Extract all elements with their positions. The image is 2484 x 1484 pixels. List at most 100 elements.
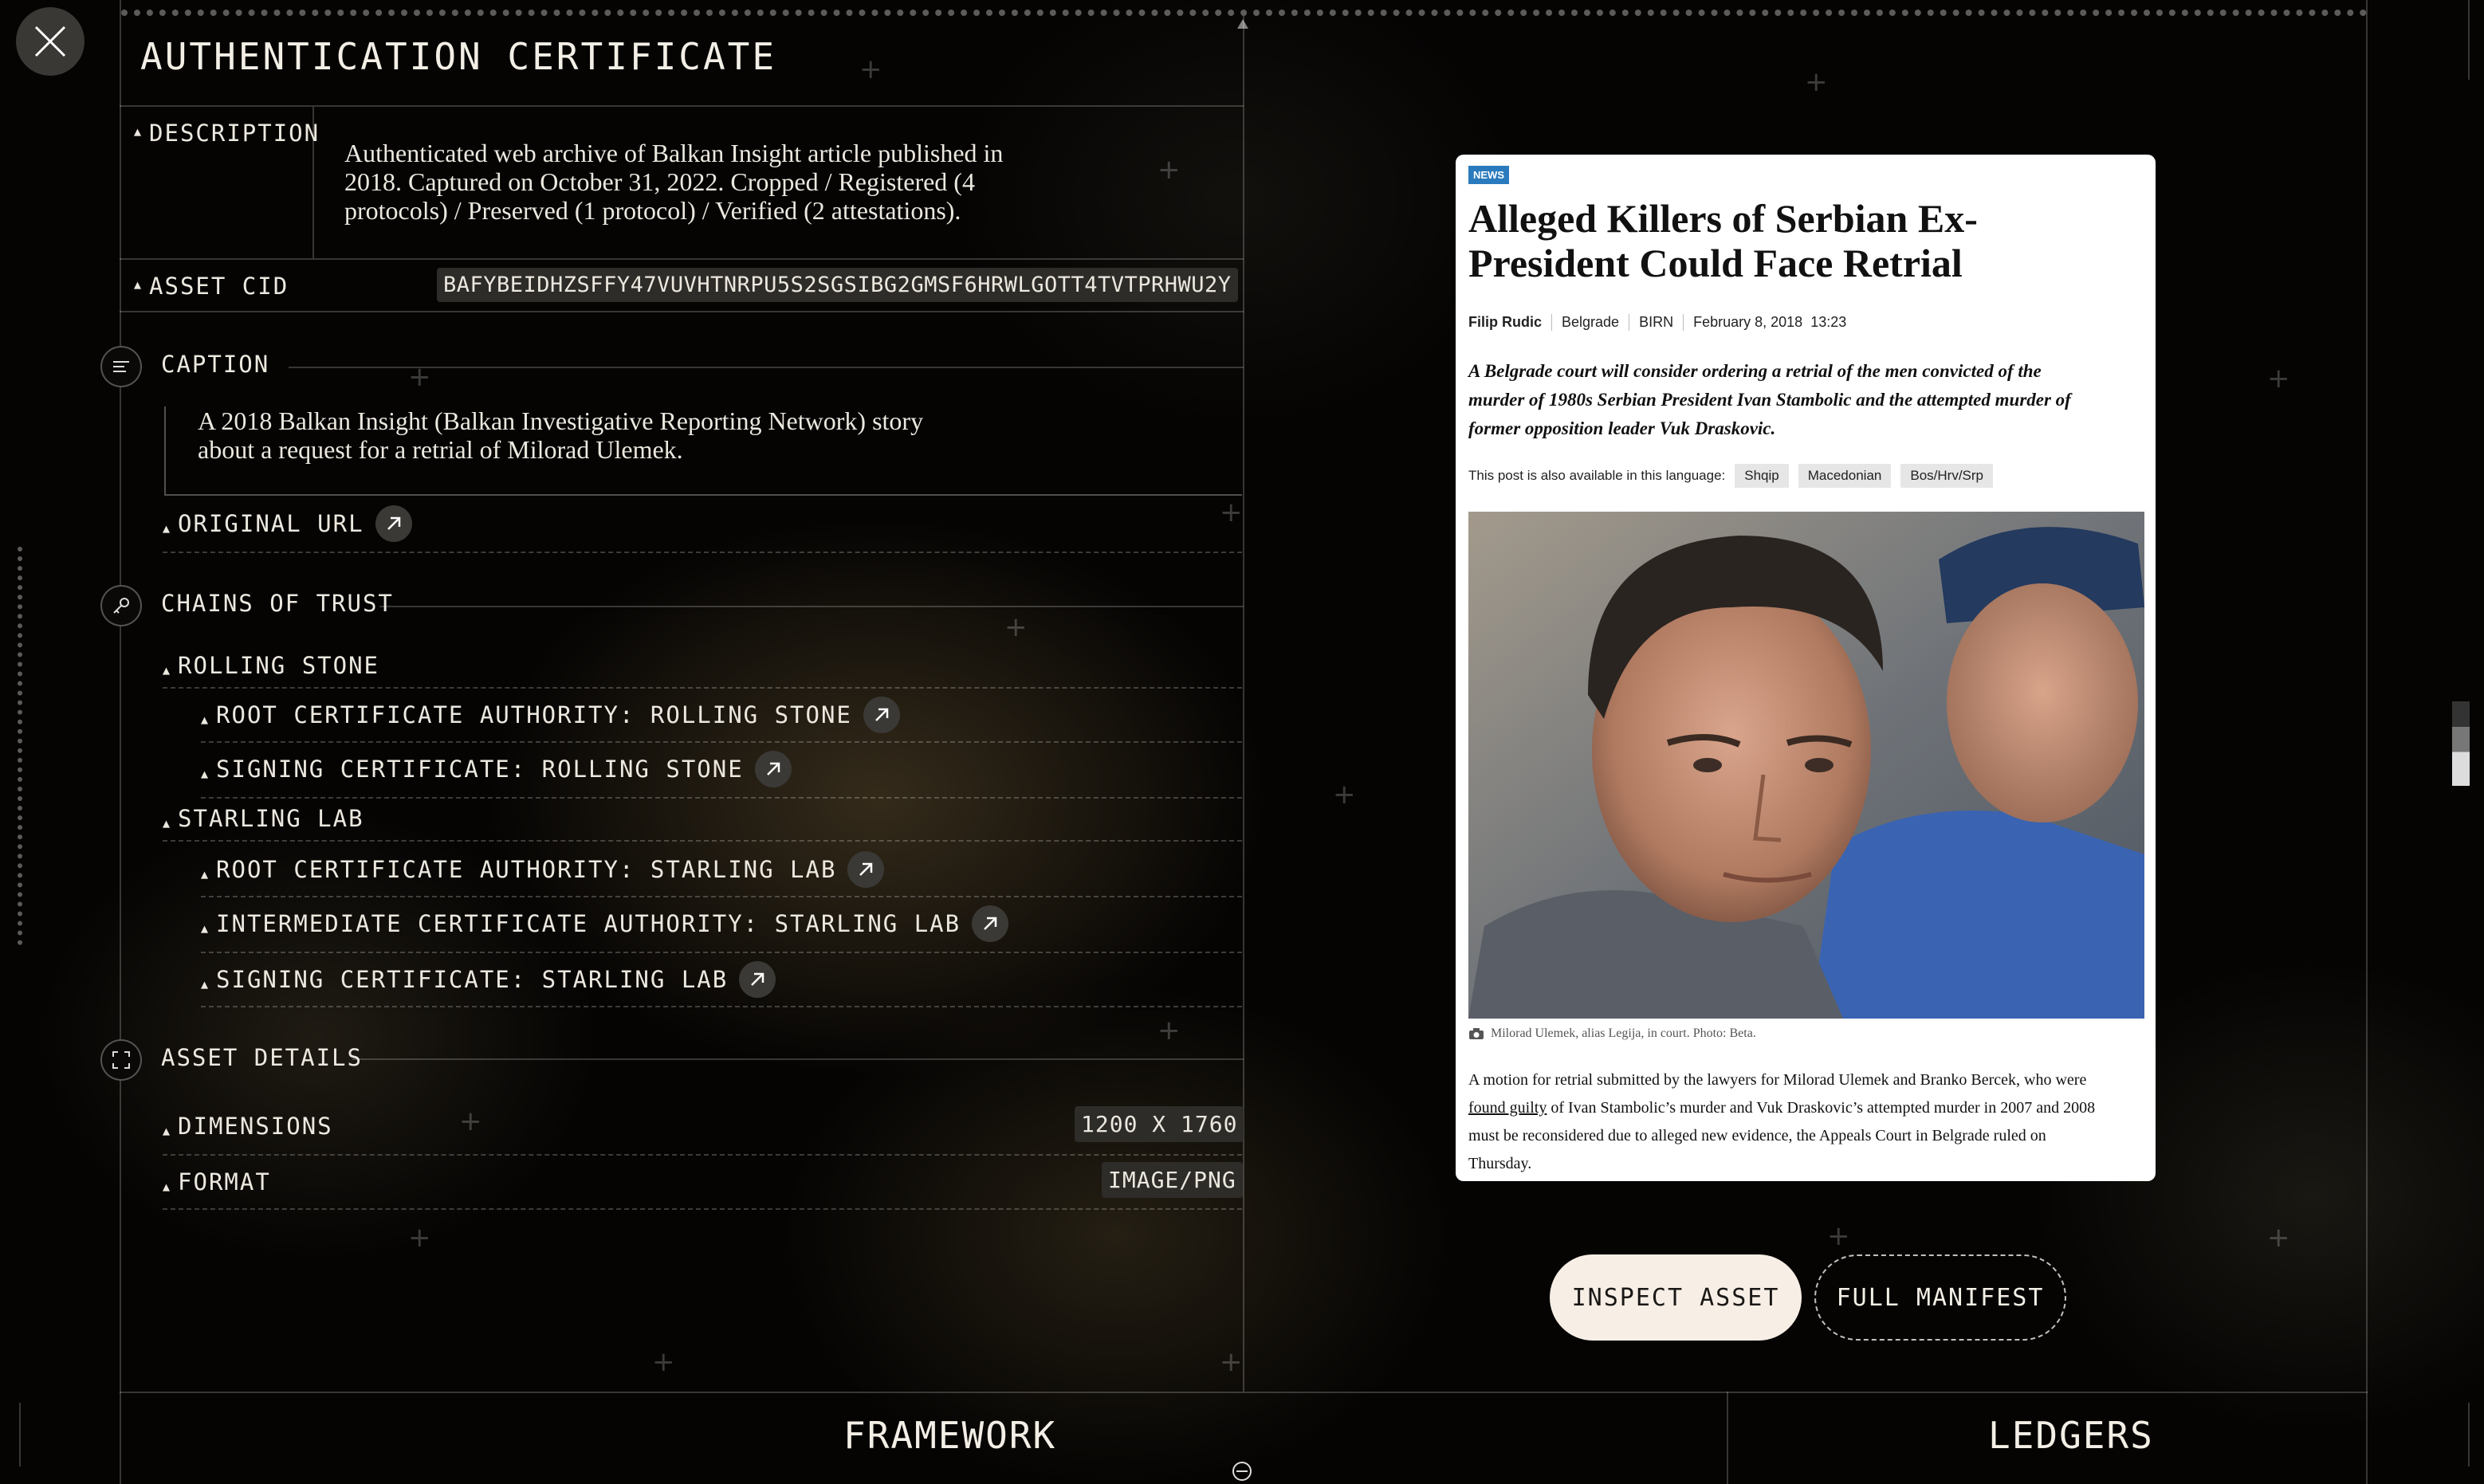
grid-marker: + xyxy=(859,53,882,85)
language-link[interactable]: Shqip xyxy=(1735,464,1789,488)
ruler-marks-left xyxy=(18,547,46,945)
caption-section-icon xyxy=(100,346,142,387)
external-link-icon xyxy=(859,862,873,876)
external-link-button[interactable] xyxy=(847,851,885,888)
corner-line-right-bottom xyxy=(2468,1403,2470,1466)
format-value: IMAGE/PNG xyxy=(1102,1162,1243,1198)
chain-item-root-ca-starling-lab[interactable]: ▲ ROOT CERTIFICATE AUTHORITY: STARLING LA… xyxy=(201,851,885,888)
title-divider xyxy=(120,105,1244,107)
divider xyxy=(201,797,1242,799)
location: Belgrade xyxy=(1551,314,1629,331)
original-url-divider xyxy=(163,552,1242,553)
frame-footer-divider xyxy=(1727,1392,1728,1484)
caption-text: A 2018 Balkan Insight (Balkan Investigat… xyxy=(198,406,924,464)
inspect-asset-button[interactable]: INSPECT ASSET xyxy=(1550,1254,1802,1341)
grid-marker: + xyxy=(1827,1220,1850,1252)
article-title: Alleged Killers of Serbian Ex- President… xyxy=(1468,196,1978,285)
divider xyxy=(163,840,1242,842)
chain-item-intermediate-ca-starling-lab[interactable]: ▲ INTERMEDIATE CERTIFICATE AUTHORITY: STA… xyxy=(201,905,1009,942)
chain-group-starling-lab[interactable]: ▲ STARLING LAB xyxy=(163,800,364,837)
article-lede: A Belgrade court will consider ordering … xyxy=(1468,361,2071,438)
asset-cid-label[interactable]: ▲ ASSET CID xyxy=(134,273,289,300)
expand-icon xyxy=(112,1051,130,1069)
top-center-marker xyxy=(1237,19,1248,29)
language-options: This post is also available in this lang… xyxy=(1468,464,1993,488)
news-badge: NEWS xyxy=(1468,166,1509,184)
asset-cid-bottom xyxy=(120,311,1244,312)
photo-caption: Milorad Ulemek, alias Legija, in court. … xyxy=(1468,1027,1756,1041)
divider xyxy=(201,1006,1242,1007)
external-link-icon xyxy=(766,762,780,775)
author: Filip Rudic xyxy=(1468,314,1542,330)
grid-marker: + xyxy=(1220,1346,1243,1378)
key-icon xyxy=(113,598,129,614)
external-link-icon xyxy=(387,516,400,530)
article-body: A motion for retrial submitted by the la… xyxy=(1468,1071,2096,1172)
dimensions-row[interactable]: ▲ DIMENSIONS xyxy=(163,1108,333,1144)
description-label[interactable]: ▲ DESCRIPTION xyxy=(134,120,320,147)
corner-line-right xyxy=(2468,0,2470,80)
description-text: Authenticated web archive of Balkan Insi… xyxy=(344,139,1004,225)
external-link-button[interactable] xyxy=(754,751,792,787)
found-guilty-link[interactable]: found guilty xyxy=(1468,1099,1547,1117)
asset-details-heading-line xyxy=(352,1058,1244,1060)
framework-tab[interactable]: FRAMEWORK xyxy=(843,1414,1056,1457)
external-link-icon xyxy=(751,972,764,986)
frame-footer-top xyxy=(120,1392,2368,1393)
language-link[interactable]: Macedonian xyxy=(1798,464,1892,488)
divider xyxy=(201,896,1242,897)
camera-icon xyxy=(1469,1028,1484,1039)
corner-line-left-bottom xyxy=(19,1403,21,1466)
frame-center xyxy=(1243,16,1244,1392)
asset-details-section-icon xyxy=(100,1039,142,1081)
asset-details-heading: ASSET DETAILS xyxy=(161,1044,363,1071)
external-link-icon xyxy=(875,708,889,721)
scroll-indicator[interactable] xyxy=(2452,701,2470,786)
description-divider xyxy=(312,107,314,258)
divider xyxy=(163,1208,1242,1210)
external-link-button[interactable] xyxy=(972,905,1009,942)
grid-marker: + xyxy=(1157,1015,1181,1046)
chain-item-root-ca-rolling-stone[interactable]: ▲ ROOT CERTIFICATE AUTHORITY: ROLLING STO… xyxy=(201,697,900,733)
frame-left xyxy=(120,0,121,1484)
close-icon xyxy=(34,26,66,57)
divider xyxy=(163,687,1242,689)
caption-heading-line xyxy=(289,367,1244,368)
article-photo xyxy=(1468,512,2144,1019)
format-row[interactable]: ▲ FORMAT xyxy=(163,1164,271,1200)
caption-icon xyxy=(113,361,129,372)
grid-marker: + xyxy=(1333,779,1356,811)
description-bottom xyxy=(120,258,1244,260)
article-byline: Filip Rudic Belgrade BIRN February 8, 20… xyxy=(1468,314,1856,331)
original-url-link-button[interactable] xyxy=(375,505,412,542)
language-link[interactable]: Bos/Hrv/Srp xyxy=(1900,464,1993,488)
divider xyxy=(201,952,1242,953)
grid-marker: + xyxy=(408,1222,431,1254)
grid-marker: + xyxy=(1157,154,1181,186)
chain-item-signing-rolling-stone[interactable]: ▲ SIGNING CERTIFICATE: ROLLING STONE xyxy=(201,751,792,787)
external-link-button[interactable] xyxy=(739,961,776,998)
grid-marker: + xyxy=(1004,611,1028,643)
date: February 8, 2018 13:23 xyxy=(1683,314,1856,331)
dimensions-value: 1200 X 1760 xyxy=(1075,1106,1244,1142)
chain-group-rolling-stone[interactable]: ▲ ROLLING STONE xyxy=(163,647,379,684)
divider xyxy=(163,1154,1242,1156)
asset-cid-value: BAFYBEIDHZSFFY47VUVHTNRPU5S2SGSIBG2GMSF6… xyxy=(437,268,1238,302)
caption-heading: CAPTION xyxy=(161,351,270,378)
footer-center-icon[interactable] xyxy=(1232,1462,1252,1481)
chains-heading-line xyxy=(379,606,1244,607)
grid-marker: + xyxy=(1805,66,1828,98)
chains-section-icon xyxy=(100,585,142,626)
frame-right xyxy=(2366,0,2368,1484)
ledgers-tab[interactable]: LEDGERS xyxy=(1988,1414,2154,1457)
asset-preview[interactable]: NEWS Alleged Killers of Serbian Ex- Pres… xyxy=(1456,155,2156,1181)
full-manifest-button[interactable]: FULL MANIFEST xyxy=(1814,1254,2066,1341)
divider xyxy=(201,741,1242,743)
original-url-row[interactable]: ▲ ORIGINAL URL xyxy=(163,505,412,542)
external-link-icon xyxy=(984,917,997,930)
grid-marker: + xyxy=(1220,497,1243,528)
source: BIRN xyxy=(1629,314,1683,331)
close-button[interactable] xyxy=(16,7,85,76)
external-link-button[interactable] xyxy=(863,697,900,733)
chain-item-signing-starling-lab[interactable]: ▲ SIGNING CERTIFICATE: STARLING LAB xyxy=(201,961,776,998)
